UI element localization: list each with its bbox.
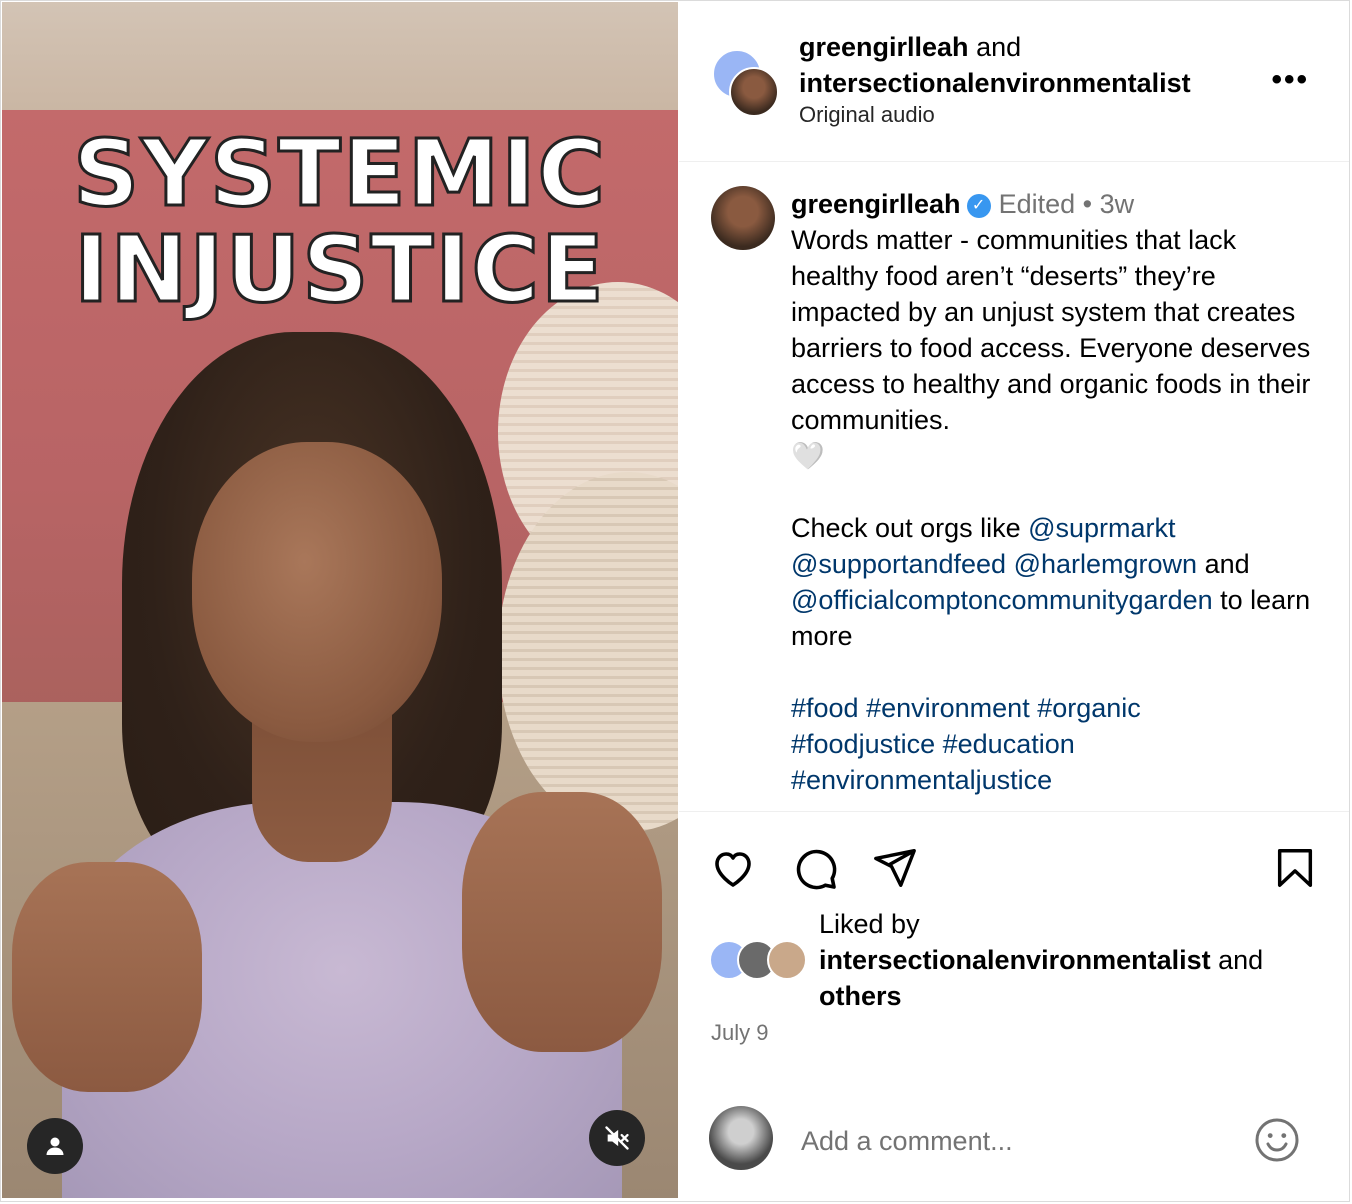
avatar-author[interactable] xyxy=(729,67,779,117)
check-out-text: Check out orgs like xyxy=(791,513,1029,543)
hashtag-link[interactable]: #food xyxy=(791,693,859,723)
comment-icon xyxy=(796,849,837,890)
tagged-users-button[interactable] xyxy=(27,1118,83,1174)
more-horizontal-icon: ••• xyxy=(1271,63,1309,96)
like-button[interactable] xyxy=(707,842,759,894)
speaker-muted-icon xyxy=(605,1126,629,1150)
hashtag-link[interactable]: #organic xyxy=(1037,693,1141,723)
mention-link[interactable]: @officialcomptoncommunitygarden xyxy=(791,585,1213,615)
heart-icon xyxy=(715,852,751,887)
edited-label: Edited xyxy=(998,189,1076,219)
overlay-text-line2: INJUSTICE xyxy=(73,216,606,323)
hashtag-link[interactable]: #education xyxy=(943,729,1075,759)
caption-hashtags: #food #environment #organic #foodjustice… xyxy=(791,690,1321,798)
liked-by-summary: Liked by intersectionalenvironmentalist … xyxy=(819,906,1263,1014)
liked-by-and: and xyxy=(1210,945,1264,975)
post-details-panel: greengirlleah and intersectionalenvironm… xyxy=(679,1,1349,1201)
actions-section: Liked by intersectionalenvironmentalist … xyxy=(679,811,1349,1202)
liked-by-avatars xyxy=(709,940,819,980)
verified-badge-icon: ✓ xyxy=(966,193,991,218)
hashtag-link[interactable]: #foodjustice xyxy=(791,729,935,759)
mute-toggle-button[interactable] xyxy=(589,1110,645,1166)
caption-text: greengirlleah ✓ Edited • 3w Words matter -… xyxy=(791,186,1321,798)
smiley-icon xyxy=(1255,1118,1299,1162)
share-button[interactable] xyxy=(869,842,921,894)
post-age[interactable]: 3w xyxy=(1100,189,1135,219)
save-button[interactable] xyxy=(1269,842,1321,894)
caption-body: Words matter - communities that lack hea… xyxy=(791,225,1311,435)
mention-link[interactable]: @suprmarkt xyxy=(1028,513,1175,543)
and-text: and xyxy=(1197,549,1250,579)
mention-link[interactable]: @harlemgrown xyxy=(1014,549,1197,579)
reel-video[interactable]: SYSTEMIC INJUSTICE xyxy=(2,2,678,1198)
comment-input[interactable] xyxy=(799,1120,1223,1162)
add-comment-row xyxy=(679,1102,1349,1172)
overlay-text-line1: SYSTEMIC xyxy=(71,120,608,227)
person-face xyxy=(192,442,442,742)
liked-by-user-link[interactable]: intersectionalenvironmentalist xyxy=(819,945,1211,975)
post-date[interactable]: July 9 xyxy=(711,1020,768,1046)
current-user-avatar xyxy=(709,1106,773,1170)
separator-dot: • xyxy=(1082,189,1093,219)
hashtag-link[interactable]: #environment xyxy=(866,693,1030,723)
author-joiner: and xyxy=(976,32,1022,62)
header-authors-line1: greengirlleah and xyxy=(799,29,1021,65)
comment-button[interactable] xyxy=(789,842,841,894)
caption-section: greengirlleah ✓ Edited • 3w Words matter -… xyxy=(679,162,1349,810)
paper-plane-icon xyxy=(874,849,916,887)
bookmark-icon xyxy=(1277,849,1313,887)
post-header: greengirlleah and intersectionalenvironm… xyxy=(679,1,1349,162)
mention-link[interactable]: @supportandfeed xyxy=(791,549,1006,579)
author-username-link[interactable]: greengirlleah xyxy=(799,32,969,62)
video-background xyxy=(2,2,678,122)
person-hand-right xyxy=(462,792,662,1052)
original-audio-link[interactable]: Original audio xyxy=(799,102,935,128)
header-authors-line2: intersectionalenvironmentalist xyxy=(799,65,1191,101)
hashtag-link[interactable]: #environmentaljustice xyxy=(791,765,1052,795)
white-heart-emoji: 🤍 xyxy=(791,441,825,471)
person-hand-left xyxy=(12,862,202,1092)
collaborator-username-link[interactable]: intersectionalenvironmentalist xyxy=(799,68,1191,98)
emoji-picker-button[interactable] xyxy=(1253,1116,1301,1164)
caption-mentions: Check out orgs like @suprmarkt @supporta… xyxy=(791,510,1321,654)
caption-avatar[interactable] xyxy=(711,186,775,250)
user-icon xyxy=(46,1137,64,1155)
more-options-button[interactable]: ••• xyxy=(1271,63,1309,97)
liked-by-others-link[interactable]: others xyxy=(819,978,1263,1014)
liked-by-label: Liked by xyxy=(819,909,920,939)
avatar xyxy=(767,940,807,980)
caption-username-link[interactable]: greengirlleah xyxy=(791,189,961,219)
